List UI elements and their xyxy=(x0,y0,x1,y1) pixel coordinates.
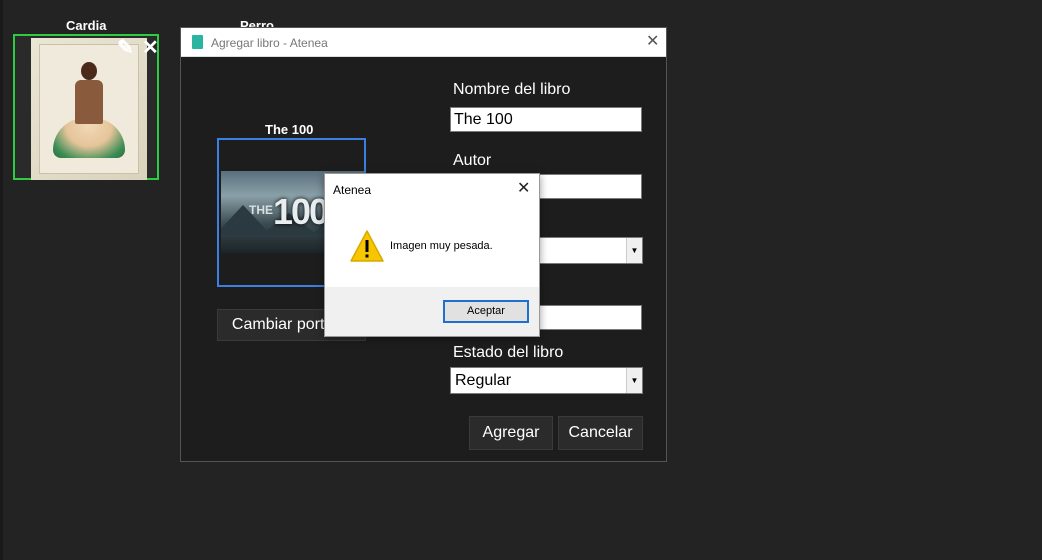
name-field[interactable] xyxy=(450,107,642,132)
close-icon[interactable]: ✕ xyxy=(142,38,159,58)
message-box-title: Atenea xyxy=(333,183,372,197)
book-app-icon xyxy=(192,35,203,49)
book-card-cardia[interactable]: ✎ ✕ xyxy=(13,34,159,180)
state-label: Estado del libro xyxy=(453,344,564,361)
cover-logo-prefix: THE xyxy=(249,203,273,217)
book-title-cardia: Cardia xyxy=(66,18,107,33)
book-cover-cardia xyxy=(31,38,147,180)
message-text: Imagen muy pesada. xyxy=(390,240,493,252)
warning-icon xyxy=(350,230,384,262)
pencil-icon[interactable]: ✎ xyxy=(117,38,134,58)
cover-title: The 100 xyxy=(265,122,314,137)
chevron-down-icon[interactable]: ▼ xyxy=(626,238,642,263)
add-button[interactable]: Agregar xyxy=(469,416,553,450)
cover-logo: 100 xyxy=(273,191,329,232)
window-edge xyxy=(0,0,3,560)
close-icon[interactable]: ✕ xyxy=(646,34,659,50)
ok-button[interactable]: Aceptar xyxy=(443,300,529,323)
message-box-footer: Aceptar xyxy=(325,287,539,336)
author-label: Autor xyxy=(453,152,492,169)
close-icon[interactable]: ✕ xyxy=(517,181,530,197)
state-select-value: Regular xyxy=(455,372,512,389)
state-select[interactable]: Regular ▼ xyxy=(450,367,643,394)
name-label: Nombre del libro xyxy=(453,81,571,98)
dialog-titlebar: Agregar libro - Atenea ✕ xyxy=(181,28,666,57)
dialog-title: Agregar libro - Atenea xyxy=(211,36,328,50)
cancel-button[interactable]: Cancelar xyxy=(558,416,643,450)
chevron-down-icon[interactable]: ▼ xyxy=(626,368,642,393)
message-box: Atenea ✕ Imagen muy pesada. Aceptar xyxy=(324,173,540,337)
